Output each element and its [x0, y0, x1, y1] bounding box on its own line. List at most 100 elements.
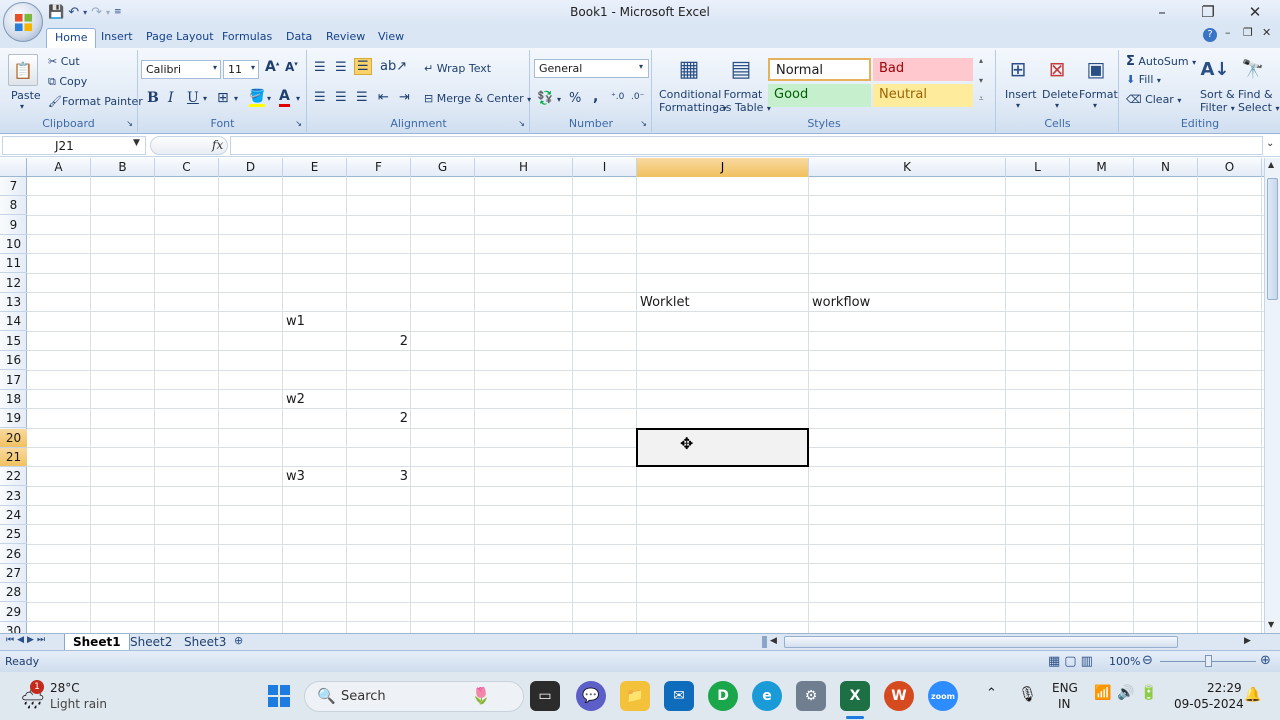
row-header-21[interactable]: 21	[0, 447, 27, 467]
wps-icon[interactable]: W	[884, 681, 914, 711]
tab-insert[interactable]: Insert	[93, 28, 141, 48]
font-color-icon[interactable]: A	[279, 88, 290, 107]
redo-dropdown-icon[interactable]: ▾	[106, 8, 110, 17]
currency-icon[interactable]: 💱	[537, 91, 553, 106]
zoom-in-icon[interactable]: ⊕	[1260, 653, 1271, 668]
horizontal-scroll-thumb[interactable]	[784, 636, 1178, 648]
font-size-dropdown-icon[interactable]: ▾	[251, 63, 255, 72]
decrease-indent-icon[interactable]: ⇤	[378, 90, 389, 105]
tab-view[interactable]: View	[370, 28, 412, 48]
clock-date[interactable]: 09-05-2024	[1174, 697, 1244, 711]
name-box[interactable]: J21	[2, 136, 146, 155]
row-header-20[interactable]: 20	[0, 428, 27, 448]
show-hidden-icons[interactable]: ⌃	[986, 686, 997, 701]
format-as-table-icon[interactable]: ▤	[725, 54, 757, 84]
restore-button[interactable]: ❐	[1185, 0, 1231, 24]
paste-label[interactable]: Paste	[11, 89, 41, 102]
weather-desc[interactable]: Light rain	[50, 697, 107, 711]
row-header-27[interactable]: 27	[0, 564, 27, 583]
insert-cells-icon[interactable]: ⊞	[1003, 54, 1033, 84]
underline-button[interactable]: U	[187, 90, 199, 106]
styles-more-icon[interactable]: ⩡	[979, 94, 984, 104]
autosum-button[interactable]: Σ AutoSum ▾	[1126, 54, 1196, 69]
clear-button[interactable]: ⌫ Clear ▾	[1126, 93, 1181, 106]
insert-cells-label[interactable]: Insert	[1005, 88, 1037, 101]
cell-j13[interactable]: Worklet	[640, 293, 806, 312]
sheet-tab-3[interactable]: Sheet3	[176, 634, 234, 651]
tab-data[interactable]: Data	[278, 28, 320, 48]
style-neutral[interactable]: Neutral	[873, 84, 973, 107]
fill-color-icon[interactable]: 🪣	[249, 89, 266, 107]
teams-icon[interactable]: 💬	[576, 681, 606, 711]
column-header-n[interactable]: N	[1134, 158, 1198, 177]
conditional-formatting-icon[interactable]: ▦	[673, 54, 705, 84]
number-format-box[interactable]: General	[534, 59, 649, 78]
scroll-left-icon[interactable]: ◀	[770, 636, 777, 646]
row-header-14[interactable]: 14	[0, 312, 27, 332]
selection-range[interactable]	[636, 427, 809, 468]
style-good[interactable]: Good	[768, 84, 871, 107]
align-left-icon[interactable]: ☰	[314, 90, 326, 105]
column-header-i[interactable]: I	[573, 158, 637, 177]
merge-center-button[interactable]: ⊟ Merge & Center ▾	[424, 92, 531, 105]
help-icon[interactable]: ?	[1203, 28, 1217, 42]
row-header-15[interactable]: 15	[0, 332, 27, 351]
find-select-button[interactable]: Find & Select ▾	[1238, 88, 1279, 115]
decrease-decimal-icon[interactable]: .0⁻	[631, 92, 644, 102]
styles-scroll-down-icon[interactable]: ▾	[979, 76, 983, 85]
delete-cells-icon[interactable]: ⊠	[1042, 54, 1072, 84]
minimize-button[interactable]: –	[1139, 0, 1185, 24]
format-as-table-button[interactable]: Format as Table ▾	[719, 88, 771, 115]
row-header-11[interactable]: 11	[0, 254, 27, 274]
row-header-28[interactable]: 28	[0, 583, 27, 603]
insert-sheet-icon[interactable]: ⊕	[234, 634, 243, 647]
font-name-box[interactable]: Calibri	[141, 60, 221, 79]
format-painter-button[interactable]: 🖌Format Painter	[48, 95, 143, 108]
formula-input[interactable]	[230, 136, 1263, 155]
row-header-17[interactable]: 17	[0, 371, 27, 390]
borders-icon[interactable]: ⊞	[217, 90, 229, 106]
tab-split-handle[interactable]	[762, 636, 767, 648]
row-header-24[interactable]: 24	[0, 506, 27, 525]
language-indicator[interactable]: ENG	[1052, 681, 1078, 695]
align-middle-icon[interactable]: ☰	[335, 60, 347, 75]
sheet-tab-2[interactable]: Sheet2	[122, 634, 180, 651]
paste-dropdown-icon[interactable]: ▾	[20, 102, 24, 111]
tab-review[interactable]: Review	[318, 28, 373, 48]
excel-taskbar-icon[interactable]: X	[840, 681, 870, 711]
undo-icon[interactable]: ↶	[68, 5, 79, 20]
column-header-k[interactable]: K	[809, 158, 1006, 177]
column-header-m[interactable]: M	[1070, 158, 1134, 177]
shrink-font-icon[interactable]: A▾	[285, 60, 298, 74]
cell-f19[interactable]: 2	[350, 409, 408, 428]
row-header-19[interactable]: 19	[0, 409, 27, 429]
redo-icon[interactable]: ↷	[91, 5, 102, 20]
column-header-a[interactable]: A	[27, 158, 91, 177]
column-header-g[interactable]: G	[411, 158, 475, 177]
cell-e22[interactable]: w3	[286, 467, 344, 486]
zoom-out-icon[interactable]: ⊖	[1142, 653, 1153, 668]
delete-cells-label[interactable]: Delete	[1042, 88, 1078, 101]
zoom-slider-thumb[interactable]	[1205, 655, 1212, 667]
underline-dropdown-icon[interactable]: ▾	[203, 94, 207, 103]
edge-icon[interactable]: e	[752, 681, 782, 711]
copy-button[interactable]: ⧉ Copy	[48, 75, 87, 89]
vertical-scrollbar[interactable]: ▲ ▼	[1264, 158, 1280, 633]
italic-button[interactable]: I	[168, 90, 174, 106]
number-launcher-icon[interactable]: ↘	[640, 119, 647, 128]
column-header-f[interactable]: F	[347, 158, 411, 177]
notification-bell-icon[interactable]: 🔔	[1244, 687, 1261, 703]
close-button[interactable]: ✕	[1232, 0, 1278, 24]
row-header-16[interactable]: 16	[0, 351, 27, 371]
view-buttons[interactable]: ▦▢▥	[1048, 654, 1097, 669]
styles-scroll-up-icon[interactable]: ▴	[979, 56, 983, 65]
sheet-nav-icons[interactable]: ⏮◀▶⏭	[6, 635, 48, 645]
format-dropdown-icon[interactable]: ▾	[1093, 101, 1097, 110]
row-header-8[interactable]: 8	[0, 196, 27, 216]
ribbon-restore-icon[interactable]: ❐	[1243, 26, 1253, 39]
align-right-icon[interactable]: ☰	[356, 90, 368, 105]
cell-k13[interactable]: workflow	[812, 293, 1003, 312]
tab-page-layout[interactable]: Page Layout	[138, 28, 222, 48]
currency-dropdown-icon[interactable]: ▾	[557, 95, 561, 104]
comma-button[interactable]: ,	[593, 89, 598, 105]
